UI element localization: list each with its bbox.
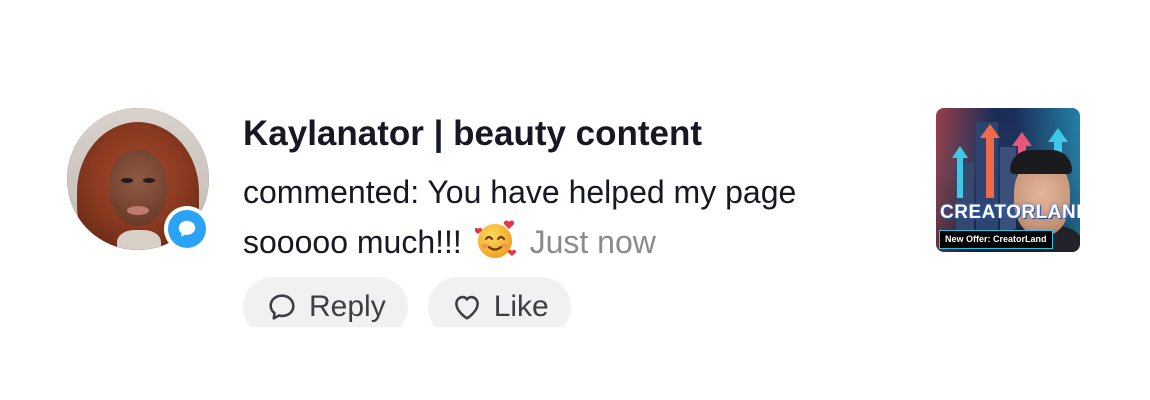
thumbnail-headline: CREATORLAND (940, 202, 1080, 223)
scroll-clip (230, 327, 610, 387)
heart-icon (454, 295, 479, 320)
comment-badge (164, 206, 210, 252)
reply-bubble-icon (269, 294, 295, 320)
comment-bubble-icon (168, 210, 206, 248)
reply-label: Reply (309, 290, 386, 323)
comment-notification[interactable]: Kaylanator | beauty content commented: Y… (0, 0, 1150, 400)
comment-prefix: commented: (243, 174, 428, 210)
comment-text: commented: You have helped my page soooo… (243, 167, 903, 273)
thumbnail-offer-label: New Offer: CreatorLand (939, 230, 1053, 249)
smiling-face-with-hearts-icon (473, 219, 519, 273)
timestamp: Just now (529, 224, 656, 260)
like-label: Like (493, 290, 549, 323)
username[interactable]: Kaylanator | beauty content (243, 114, 702, 154)
video-thumbnail[interactable]: CREATORLAND New Offer: CreatorLand (936, 108, 1080, 252)
